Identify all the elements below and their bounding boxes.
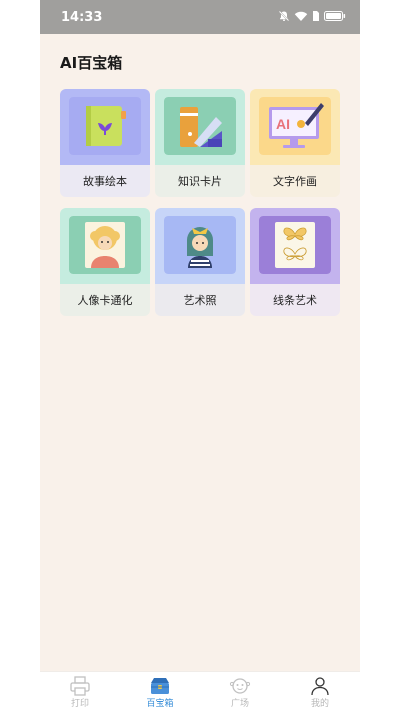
tab-treasure-box[interactable]: 百宝箱	[120, 674, 200, 711]
tab-print[interactable]: 打印	[40, 674, 120, 711]
bottom-tab-bar: 打印 百宝箱 广场 我的	[40, 671, 360, 711]
tab-label: 我的	[310, 699, 329, 709]
tool-card-label: 知识卡片	[155, 165, 245, 197]
app-screen: 14:33 AI百宝箱 故事绘本 知识卡片 AI 文字作画 人像卡通化 艺术照 …	[40, 0, 360, 711]
tab-profile[interactable]: 我的	[280, 674, 360, 711]
line-art-icon	[259, 216, 331, 274]
status-icons	[278, 10, 346, 22]
tool-card-label: 人像卡通化	[60, 284, 150, 316]
tool-card-label: 故事绘本	[60, 165, 150, 197]
status-bar: 14:33	[40, 0, 360, 34]
battery-icon	[324, 11, 346, 21]
tab-plaza[interactable]: 广场	[200, 674, 280, 711]
knowledge-card-icon	[164, 97, 236, 155]
plaza-icon	[229, 678, 251, 694]
tool-card-knowledge[interactable]: 知识卡片	[155, 89, 245, 197]
card-top	[155, 89, 245, 165]
tab-label: 打印	[70, 699, 89, 709]
tool-card-art-photo[interactable]: 艺术照	[155, 208, 245, 316]
tool-card-label: 线条艺术	[250, 284, 340, 316]
tab-label: 广场	[230, 699, 249, 709]
storybook-icon	[69, 97, 141, 155]
card-top	[60, 208, 150, 284]
card-top	[60, 89, 150, 165]
art-photo-icon	[164, 216, 236, 274]
portrait-cartoon-icon	[69, 216, 141, 274]
wifi-icon	[294, 11, 308, 21]
mute-bell-icon	[278, 10, 290, 22]
text-to-image-icon: AI	[259, 97, 331, 155]
tool-card-label: 艺术照	[155, 284, 245, 316]
tool-card-line-art[interactable]: 线条艺术	[250, 208, 340, 316]
tool-card-text-to-image[interactable]: AI 文字作画	[250, 89, 340, 197]
card-top	[250, 208, 340, 284]
printer-icon	[70, 676, 90, 696]
profile-icon	[311, 677, 329, 696]
tool-card-label: 文字作画	[250, 165, 340, 197]
treasure-box-icon	[151, 678, 169, 694]
tool-card-storybook[interactable]: 故事绘本	[60, 89, 150, 197]
sim-icon	[313, 11, 319, 21]
card-top	[155, 208, 245, 284]
page-title: AI百宝箱	[60, 54, 123, 72]
card-top: AI	[250, 89, 340, 165]
tab-label: 百宝箱	[146, 699, 174, 709]
status-time: 14:33	[61, 10, 103, 25]
svg-text:AI: AI	[276, 116, 290, 132]
tool-card-portrait-cartoon[interactable]: 人像卡通化	[60, 208, 150, 316]
